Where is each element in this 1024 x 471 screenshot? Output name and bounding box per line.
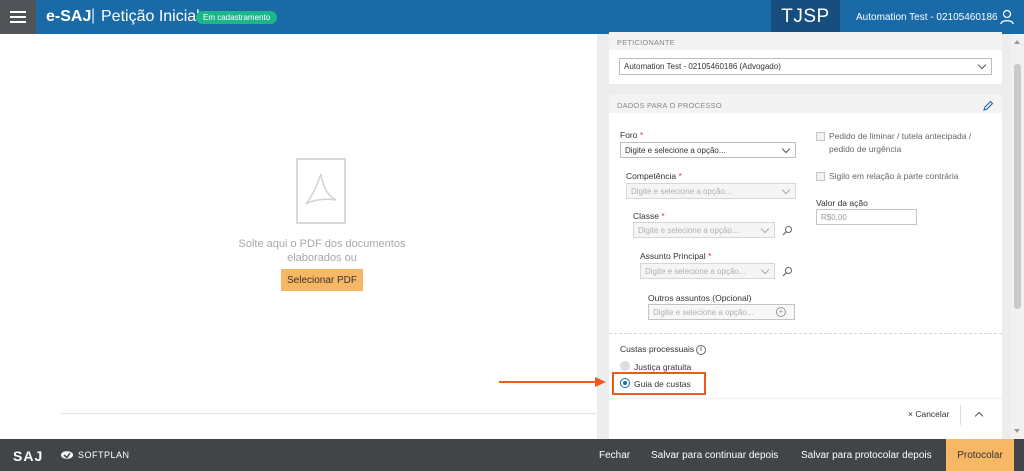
justica-gratuita-radio[interactable] xyxy=(620,361,630,371)
footer-bar: SAJ SOFTPLAN Fechar Salvar para continua… xyxy=(0,439,1024,471)
process-data-header: DADOS PARA O PROCESSO xyxy=(609,95,1002,113)
search-icon[interactable] xyxy=(782,266,793,277)
justica-gratuita-label: Justiça gratuita xyxy=(634,362,692,372)
save-continue-button[interactable]: Salvar para continuar depois xyxy=(651,439,778,471)
close-button[interactable]: Fechar xyxy=(599,439,630,471)
chevron-down-icon xyxy=(977,60,987,70)
save-protocol-button[interactable]: Salvar para protocolar depois xyxy=(801,439,932,471)
classe-select[interactable]: Digite e selecione a opção... xyxy=(633,222,775,238)
scroll-down-arrow-icon[interactable] xyxy=(1014,429,1020,433)
competencia-placeholder: Digite e selecione a opção... xyxy=(631,187,732,196)
status-badge: Em cadastramento xyxy=(196,11,278,24)
chevron-up-icon[interactable] xyxy=(974,411,984,421)
liminar-label: Pedido de liminar / tutela antecipada / … xyxy=(829,131,972,154)
outros-assuntos-label: Outros assuntos (Opcional) xyxy=(648,293,752,303)
page-title: Petição Inicial xyxy=(101,8,200,25)
classe-label: Classe * xyxy=(633,211,665,221)
court-label: TJSP xyxy=(771,0,840,34)
peticionante-header: PETICIONANTE xyxy=(609,32,1002,50)
softplan-logo: SOFTPLAN xyxy=(60,449,130,461)
user-icon[interactable] xyxy=(1000,9,1014,25)
chevron-down-icon xyxy=(781,144,791,154)
section-divider xyxy=(609,333,1002,334)
chevron-down-icon xyxy=(760,224,770,234)
menu-button[interactable] xyxy=(0,0,36,34)
chevron-down-icon xyxy=(781,185,791,195)
outros-placeholder: Digite e selecione a opção... xyxy=(653,308,754,317)
foro-label: Foro * xyxy=(620,130,644,140)
info-icon[interactable]: i xyxy=(696,345,706,355)
button-separator xyxy=(960,405,961,425)
sigilo-checkbox[interactable] xyxy=(816,172,825,181)
assunto-label: Assunto Principal * xyxy=(640,251,712,261)
annotation-highlight-box xyxy=(612,372,706,395)
select-pdf-button[interactable]: Selecionar PDF xyxy=(281,269,363,291)
actions-divider xyxy=(609,398,1002,399)
scrollbar[interactable] xyxy=(1011,34,1024,439)
search-icon[interactable] xyxy=(782,225,793,236)
user-name[interactable]: Automation Test - 02105460186 xyxy=(856,12,998,23)
outros-assuntos-input[interactable]: Digite e selecione a opção... + xyxy=(648,304,795,320)
competencia-select[interactable]: Digite e selecione a opção... xyxy=(626,183,796,199)
assunto-select[interactable]: Digite e selecione a opção... xyxy=(640,263,775,279)
softplan-text: SOFTPLAN xyxy=(78,450,130,460)
valor-input[interactable]: R$0,00 xyxy=(816,209,917,225)
top-bar: e-SAJ | Petição Inicial Em cadastramento… xyxy=(0,0,1024,34)
protocol-button[interactable]: Protocolar xyxy=(946,439,1014,471)
foro-select[interactable]: Digite e selecione a opção... xyxy=(620,142,796,158)
peticionante-value: Automation Test - 02105460186 (Advogado) xyxy=(624,62,781,71)
edit-pencil-icon[interactable] xyxy=(982,100,994,112)
custas-label: Custas processuais xyxy=(620,344,695,354)
valor-placeholder: R$0,00 xyxy=(821,213,847,222)
drop-instructions: Solte aqui o PDF dos documentos elaborad… xyxy=(238,238,406,264)
cancel-button[interactable]: × Cancelar xyxy=(908,409,949,419)
scroll-thumb[interactable] xyxy=(1014,64,1021,309)
pdf-file-icon xyxy=(296,158,346,224)
title-separator: | xyxy=(91,7,96,24)
divider xyxy=(60,413,597,414)
saj-logo: SAJ xyxy=(13,448,44,464)
hamburger-icon xyxy=(10,11,26,23)
peticionante-select[interactable]: Automation Test - 02105460186 (Advogado) xyxy=(619,58,992,75)
valor-label: Valor da ação xyxy=(816,198,868,208)
competencia-label: Competência * xyxy=(626,171,682,181)
liminar-checkbox[interactable] xyxy=(816,132,825,141)
sigilo-label: Sigilo em relação à parte contrária xyxy=(829,171,959,181)
peticionante-card: PETICIONANTE Automation Test - 021054601… xyxy=(609,32,1002,84)
assunto-placeholder: Digite e selecione a opção... xyxy=(645,267,746,276)
foro-placeholder: Digite e selecione a opção... xyxy=(625,146,726,155)
annotation-arrow-icon xyxy=(499,377,606,387)
softplan-logo-icon xyxy=(61,451,73,459)
classe-placeholder: Digite e selecione a opção... xyxy=(638,226,739,235)
chevron-down-icon xyxy=(760,265,770,275)
brand-logo: e-SAJ xyxy=(46,8,92,25)
add-icon[interactable]: + xyxy=(776,307,786,317)
scroll-up-arrow-icon[interactable] xyxy=(1014,40,1020,44)
